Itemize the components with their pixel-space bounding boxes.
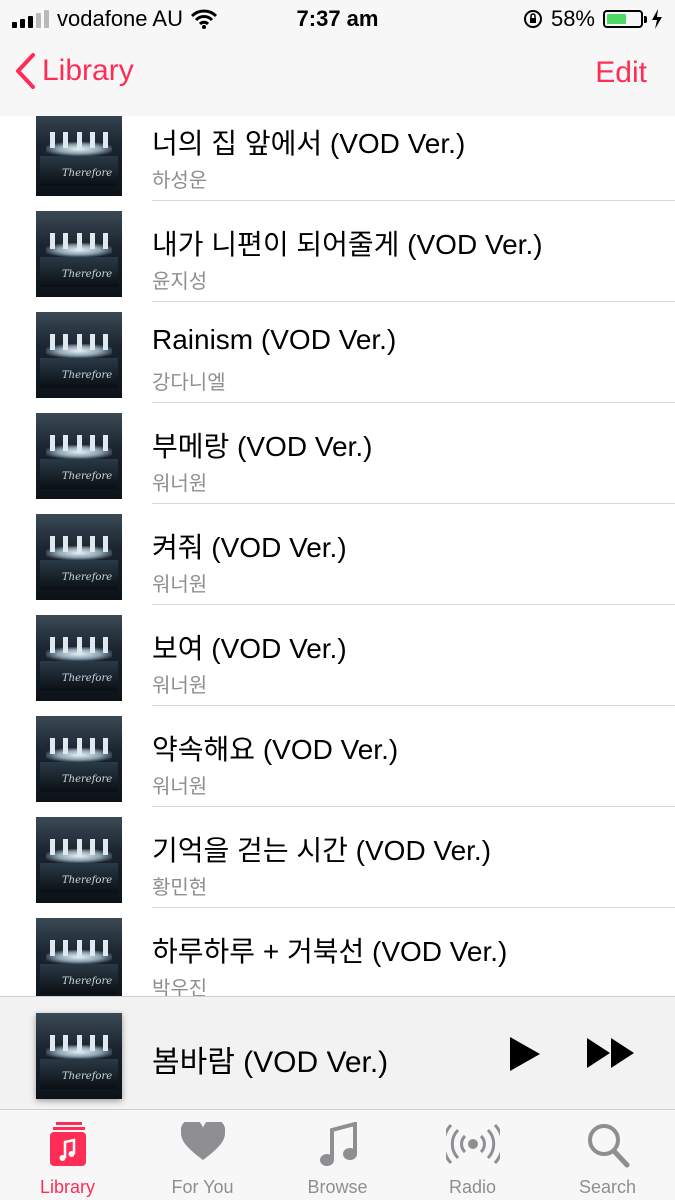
play-button[interactable]: [508, 1035, 542, 1073]
song-row[interactable]: Therefore 약속해요 (VOD Ver.) 워너원: [0, 706, 675, 807]
back-to-library-button[interactable]: Library: [14, 52, 134, 90]
tab-for-you[interactable]: For You: [135, 1110, 270, 1200]
song-title: 너의 집 앞에서 (VOD Ver.): [152, 128, 466, 159]
song-row[interactable]: Therefore 부메랑 (VOD Ver.) 워너원: [0, 403, 675, 504]
charging-bolt-icon: [652, 9, 662, 29]
album-artwork: Therefore: [36, 817, 122, 903]
song-title: 하루하루 + 거북선 (VOD Ver.): [152, 936, 508, 967]
album-artwork: Therefore: [36, 211, 122, 297]
search-icon: [587, 1124, 629, 1168]
song-artist: 강다니엘: [152, 372, 226, 394]
song-artist: 황민현: [152, 877, 208, 899]
tab-search[interactable]: Search: [540, 1110, 675, 1200]
now-playing-title[interactable]: 봄바람 (VOD Ver.): [152, 1037, 388, 1081]
song-row[interactable]: Therefore Rainism (VOD Ver.) 강다니엘: [0, 302, 675, 403]
album-artwork: Therefore: [36, 110, 122, 196]
song-row[interactable]: Therefore 하루하루 + 거북선 (VOD Ver.) 박우진: [0, 908, 675, 1009]
album-artwork: Therefore: [36, 615, 122, 701]
tab-library[interactable]: Library: [0, 1110, 135, 1200]
song-title: 기억을 걷는 시간 (VOD Ver.): [152, 835, 492, 866]
mini-player[interactable]: Therefore 봄바람 (VOD Ver.): [0, 996, 675, 1110]
song-row[interactable]: Therefore 보여 (VOD Ver.) 워너원: [0, 605, 675, 706]
orientation-lock-icon: [523, 10, 542, 28]
battery-icon: [603, 10, 647, 28]
tab-label-browse: Browse: [307, 1177, 368, 1197]
song-title: 약속해요 (VOD Ver.): [152, 734, 399, 765]
album-artwork: Therefore: [36, 716, 122, 802]
radio-broadcast-icon: [445, 1123, 500, 1165]
song-artist: 워너원: [152, 776, 208, 798]
music-note-square-icon: [49, 1122, 86, 1166]
tab-label-library: Library: [39, 1177, 96, 1197]
song-title: 내가 니편이 되어줄게 (VOD Ver.): [152, 229, 543, 260]
edit-button[interactable]: Edit: [595, 56, 647, 90]
song-artist: 워너원: [152, 574, 208, 596]
music-note-icon: [319, 1122, 357, 1166]
heart-icon: [180, 1122, 225, 1160]
navigation-bar: Library Edit: [0, 40, 675, 116]
fast-forward-button[interactable]: [586, 1037, 636, 1069]
song-artist: 워너원: [152, 473, 208, 495]
song-artist: 하성운: [152, 170, 208, 192]
tab-label-radio: Radio: [448, 1177, 497, 1197]
status-right-group: 58%: [523, 6, 663, 32]
album-artwork: Therefore: [36, 413, 122, 499]
tab-label-for-you: For You: [171, 1177, 234, 1197]
album-artwork: Therefore: [36, 918, 122, 1004]
back-label: Library: [42, 54, 134, 87]
tab-browse[interactable]: Browse: [270, 1110, 405, 1200]
song-artist: 윤지성: [152, 271, 208, 293]
song-title: 보여 (VOD Ver.): [152, 633, 347, 664]
song-row[interactable]: Therefore 기억을 걷는 시간 (VOD Ver.) 황민현: [0, 807, 675, 908]
battery-percent: 58%: [550, 6, 595, 31]
song-title: 부메랑 (VOD Ver.): [152, 431, 373, 462]
song-list: Therefore 너의 집 앞에서 (VOD Ver.) 하성운 Therefore…: [0, 100, 675, 1009]
song-row[interactable]: Therefore 내가 니편이 되어줄게 (VOD Ver.) 윤지성: [0, 201, 675, 302]
now-playing-artwork[interactable]: Therefore: [36, 1013, 122, 1099]
album-artwork: Therefore: [36, 514, 122, 600]
song-title: 켜줘 (VOD Ver.): [152, 532, 347, 563]
tab-label-search: Search: [578, 1177, 637, 1197]
battery-level-fill: [607, 14, 626, 24]
song-row[interactable]: Therefore 켜줘 (VOD Ver.) 워너원: [0, 504, 675, 605]
song-title: Rainism (VOD Ver.): [152, 324, 397, 355]
chevron-left-icon: [16, 53, 35, 89]
tab-radio[interactable]: Radio: [405, 1110, 540, 1200]
song-artist: 워너원: [152, 675, 208, 697]
status-bar: vodafone AU 7:37 am 58%: [0, 0, 675, 40]
tab-bar: Library For You Browse Radio Search: [0, 1110, 675, 1200]
album-artwork: Therefore: [36, 312, 122, 398]
